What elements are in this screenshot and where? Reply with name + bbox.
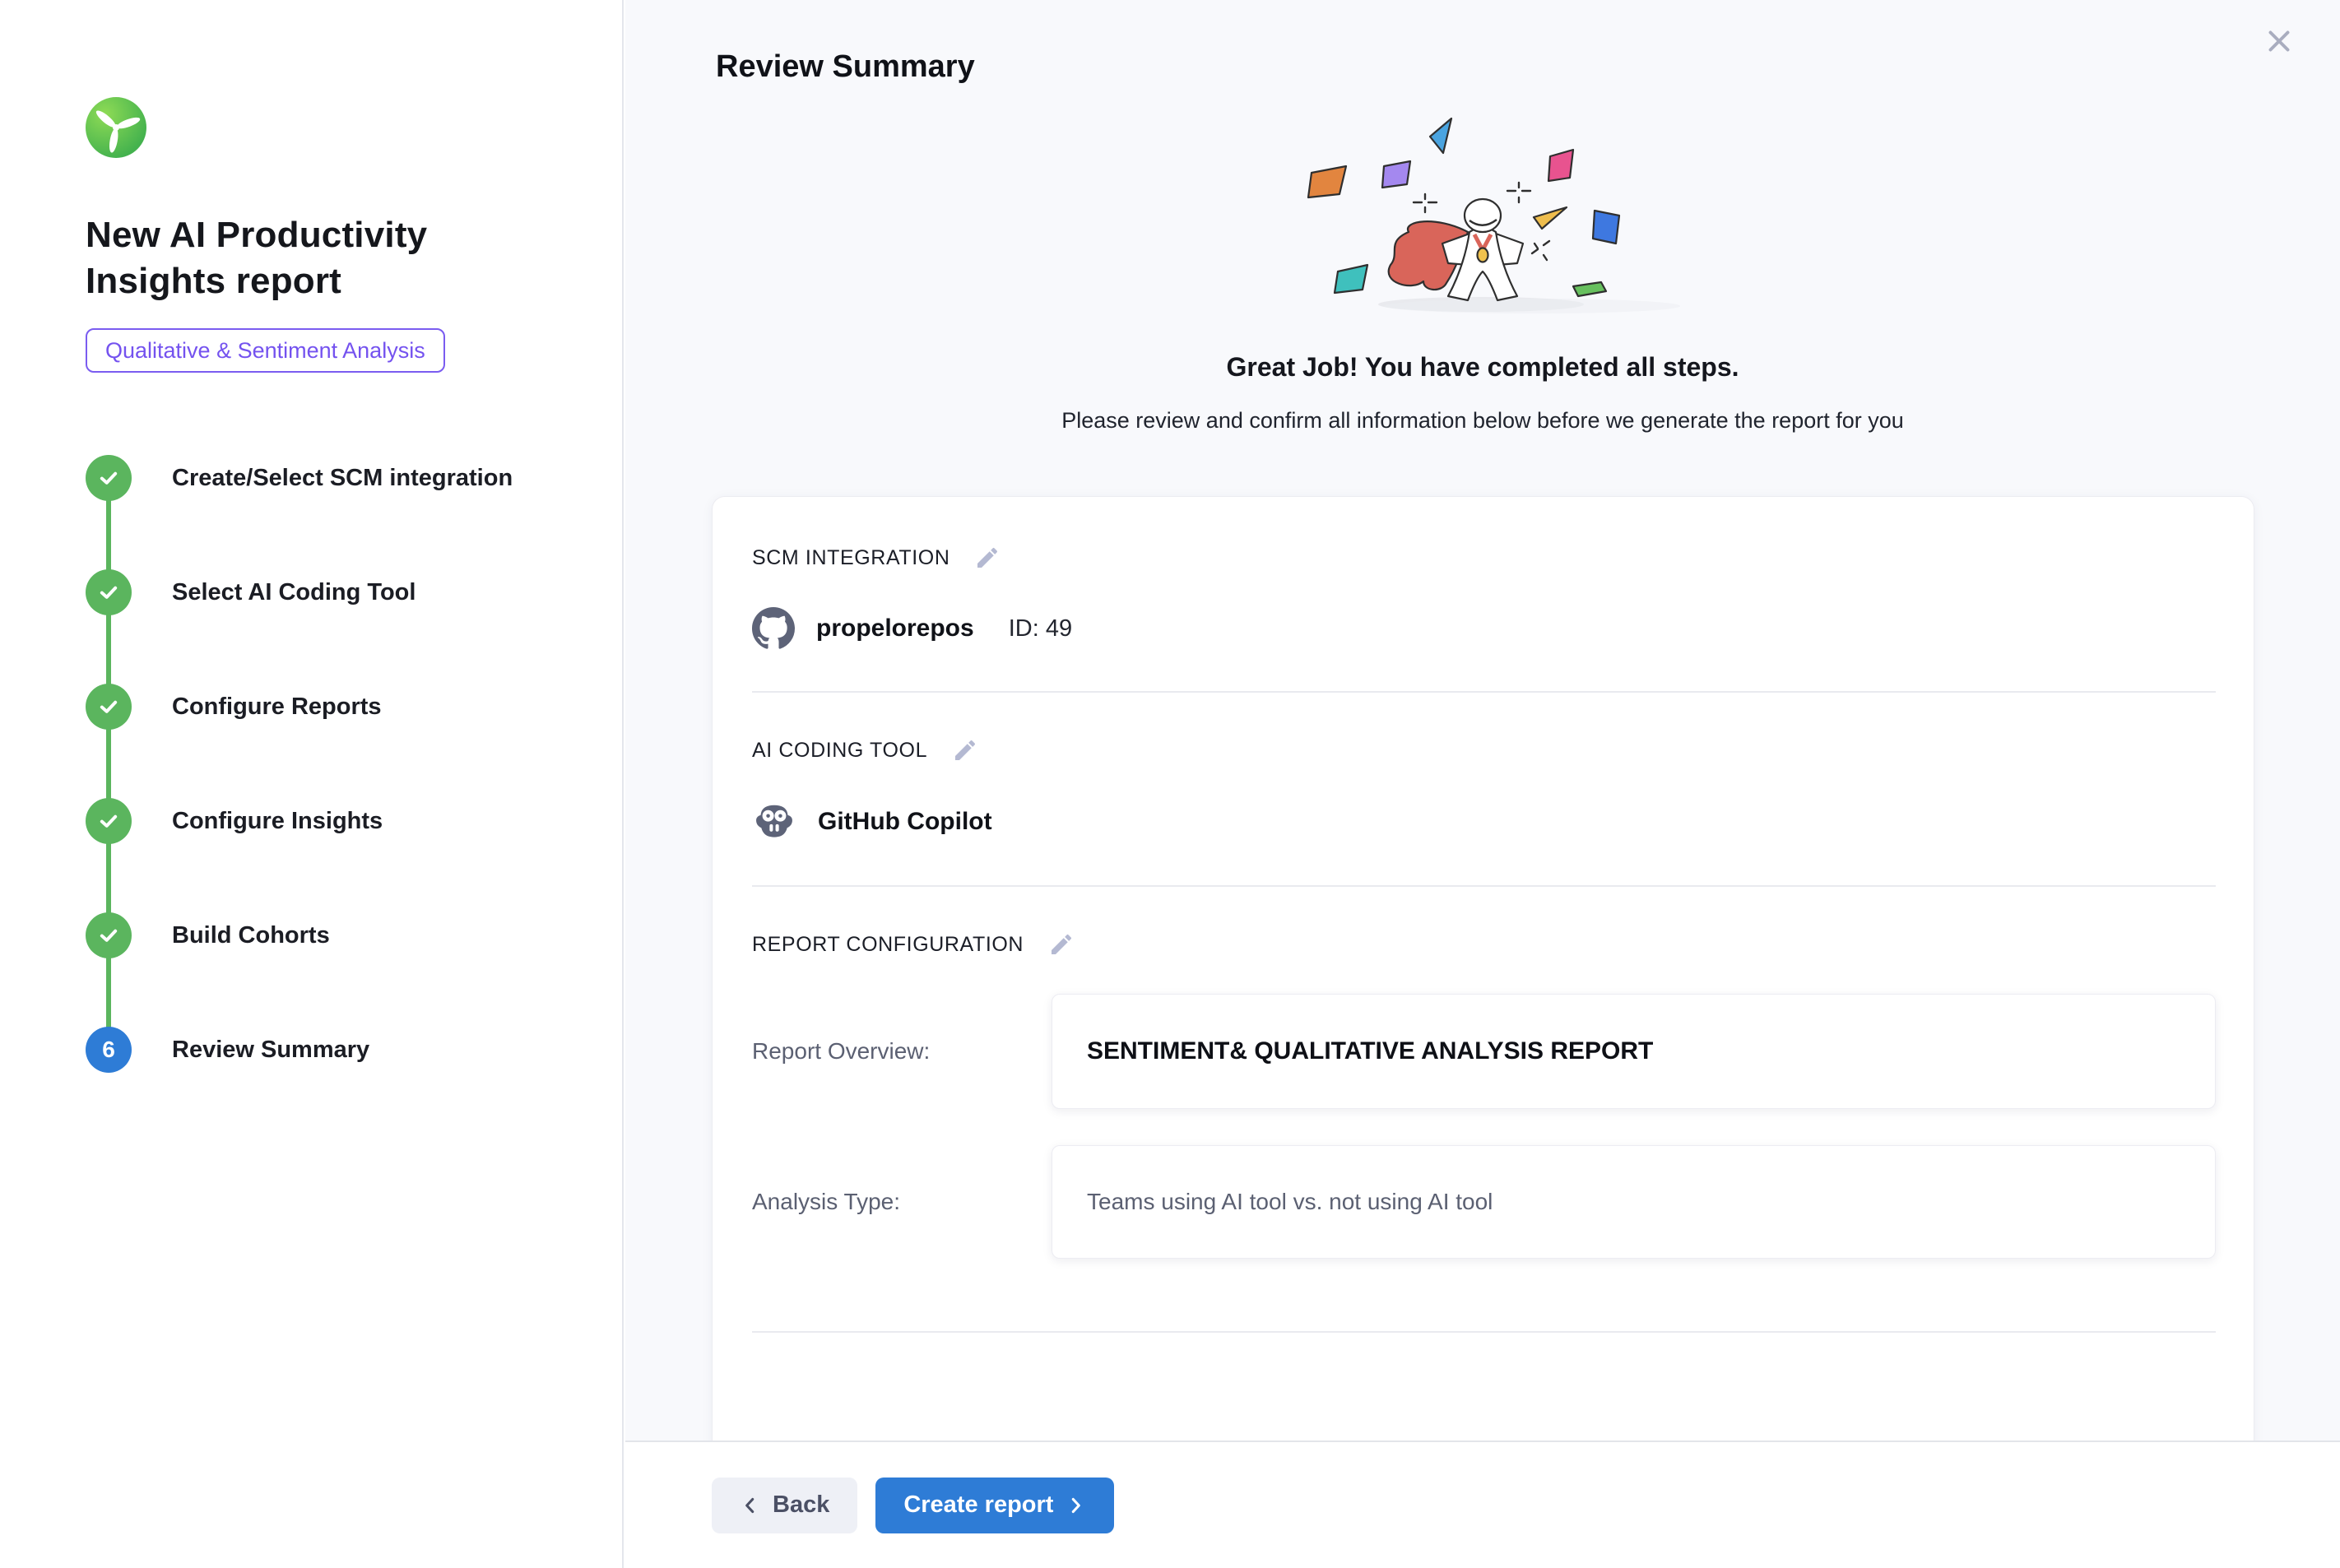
report-config-section-title: REPORT CONFIGURATION [752,933,1024,957]
step-select-ai-coding-tool[interactable]: Select AI Coding Tool [86,569,573,684]
step-build-cohorts[interactable]: Build Cohorts [86,912,573,1027]
github-icon [752,607,795,650]
divider [752,1331,2216,1333]
step-label: Configure Reports [172,684,382,730]
step-check-icon [86,798,132,844]
step-review-summary[interactable]: 6 Review Summary [86,1027,573,1141]
divider [752,691,2216,693]
edit-scm-icon[interactable] [974,545,1001,571]
step-label: Configure Insights [172,798,383,844]
ai-tool-section-title: AI CODING TOOL [752,739,927,763]
review-summary-panel: Review Summary [625,0,2340,1568]
step-check-icon [86,912,132,958]
congrats-subheading: Please review and confirm all informatio… [625,408,2340,434]
step-check-icon [86,684,132,730]
report-overview-label: Report Overview: [752,1038,1052,1065]
step-configure-insights[interactable]: Configure Insights [86,798,573,912]
wizard-footer: Back Create report [625,1440,2340,1568]
analysis-type-row: Analysis Type: Teams using AI tool vs. n… [752,1145,2216,1259]
step-check-icon [86,455,132,501]
step-label: Create/Select SCM integration [172,455,513,501]
edit-ai-tool-icon[interactable] [952,737,978,763]
analysis-type-value: Teams using AI tool vs. not using AI too… [1087,1189,1493,1214]
report-overview-row: Report Overview: SENTIMENT& QUALITATIVE … [752,994,2216,1109]
step-label: Build Cohorts [172,912,330,958]
divider [752,885,2216,887]
scm-integration-id: ID: 49 [1009,615,1072,643]
celebration-superhero-confetti-illustration [1261,109,1705,322]
new-report-wizard: New AI Productivity Insights report Qual… [0,0,2340,1568]
step-label: Select AI Coding Tool [172,569,416,615]
analysis-type-value-card: Teams using AI tool vs. not using AI too… [1052,1145,2216,1259]
report-overview-value: SENTIMENT& QUALITATIVE ANALYSIS REPORT [1087,1037,1653,1065]
step-create-select-scm-integration[interactable]: Create/Select SCM integration [86,455,573,569]
page-title: Review Summary [716,49,975,85]
report-overview-value-card: SENTIMENT& QUALITATIVE ANALYSIS REPORT [1052,994,2216,1109]
propeller-logo-icon [86,97,146,158]
edit-report-config-icon[interactable] [1048,931,1075,958]
wizard-sidebar: New AI Productivity Insights report Qual… [0,0,624,1568]
chevron-right-icon [1065,1495,1086,1516]
create-report-button[interactable]: Create report [875,1478,1114,1533]
github-copilot-icon [752,800,796,844]
close-icon[interactable] [2259,21,2299,61]
chevron-left-icon [740,1495,761,1516]
review-summary-card: SCM INTEGRATION propelorepos ID: 49 [712,496,2254,1568]
wizard-stepper: Create/Select SCM integration Select AI … [86,455,573,1141]
step-configure-reports[interactable]: Configure Reports [86,684,573,798]
report-type-badge: Qualitative & Sentiment Analysis [86,328,445,373]
report-title: New AI Productivity Insights report [86,212,481,305]
step-number: 6 [86,1027,132,1073]
step-label: Review Summary [172,1027,369,1073]
scm-section-title: SCM INTEGRATION [752,546,949,570]
back-button[interactable]: Back [712,1478,857,1533]
ai-tool-name: GitHub Copilot [818,808,992,836]
analysis-type-label: Analysis Type: [752,1189,1052,1215]
step-check-icon [86,569,132,615]
congrats-heading: Great Job! You have completed all steps. [625,352,2340,383]
scm-integration-name: propelorepos [816,615,974,643]
